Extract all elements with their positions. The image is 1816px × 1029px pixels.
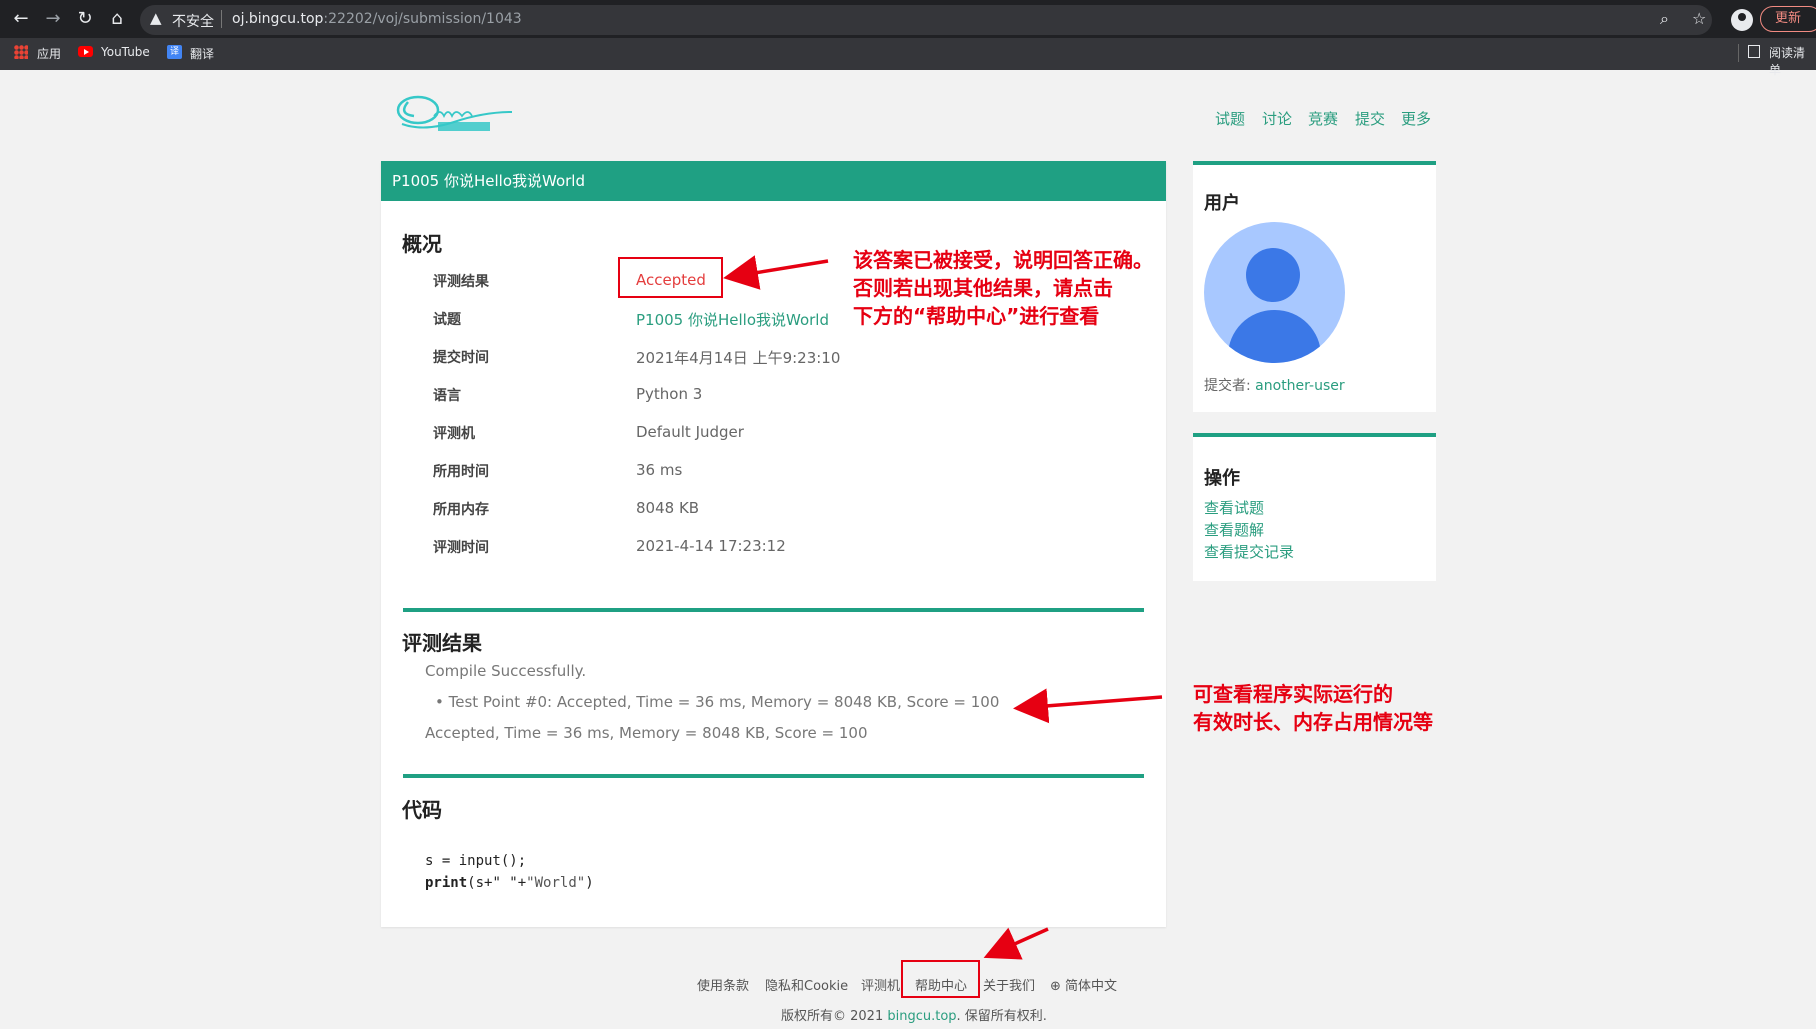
compile-message: Compile Successfully.	[425, 662, 587, 680]
youtube-icon[interactable]	[78, 46, 93, 57]
judge-summary: Accepted, Time = 36 ms, Memory = 8048 KB…	[425, 724, 868, 742]
overview-label-judger: 评测机	[433, 426, 475, 442]
site-logo[interactable]	[394, 88, 514, 140]
help-center-arrow	[983, 927, 1049, 960]
user-card-title: 用户	[1204, 193, 1240, 214]
overview-label-memory: 所用内存	[433, 502, 489, 518]
view-submissions-link[interactable]: 查看提交记录	[1204, 541, 1294, 562]
home-icon[interactable]: ⌂	[106, 8, 128, 30]
forward-arrow-icon[interactable]: →	[42, 8, 64, 30]
overview-label-time: 所用时间	[433, 464, 489, 480]
reading-list-icon[interactable]	[1748, 45, 1760, 58]
code-close: )	[585, 875, 594, 891]
overview-value-problem-link[interactable]: P1005 你说Hello我说World	[636, 309, 829, 330]
url-path: :22202/voj/submission/1043	[323, 11, 522, 27]
accepted-highlight-box	[618, 257, 723, 298]
code-string: "World"	[526, 875, 586, 891]
url-host: oj.bingcu.top	[232, 11, 324, 27]
nav-problems[interactable]: 试题	[1215, 108, 1245, 129]
overview-label-problem: 试题	[433, 312, 461, 328]
overview-label-judge-time: 评测时间	[433, 540, 489, 556]
profile-icon[interactable]	[1731, 9, 1753, 31]
runtime-annotation: 可查看程序实际运行的 有效时长、内存占用情况等	[1193, 682, 1433, 734]
bookmarks-bar	[0, 38, 1816, 70]
footer-terms-link[interactable]: 使用条款	[697, 975, 749, 994]
overview-value-submit-time: 2021年4月14日 上午9:23:10	[636, 349, 841, 367]
accepted-annotation: 该答案已被接受，说明回答正确。 否则若出现其他结果，请点击 下方的“帮助中心”进…	[853, 248, 1153, 328]
apps-grid-icon[interactable]	[14, 45, 28, 59]
bookmark-youtube[interactable]: YouTube	[101, 45, 150, 59]
nav-more[interactable]: 更多	[1401, 108, 1431, 129]
judge-result-title: 评测结果	[402, 631, 482, 655]
footer-privacy-link[interactable]: 隐私和Cookie	[765, 975, 848, 994]
section-divider	[403, 608, 1144, 612]
footer-about-link[interactable]: 关于我们	[983, 975, 1035, 994]
overview-title: 概况	[402, 232, 442, 256]
actions-card: 操作 查看试题 查看题解 查看提交记录	[1193, 433, 1436, 581]
overview-label-language: 语言	[433, 388, 461, 404]
back-arrow-icon[interactable]: ←	[10, 8, 32, 30]
translate-icon[interactable]: 译	[167, 45, 182, 59]
actions-card-title: 操作	[1204, 468, 1240, 489]
footer-help-center-link[interactable]: 帮助中心	[915, 975, 967, 994]
reading-list-label[interactable]: 阅读清单	[1769, 44, 1816, 78]
footer-language-link[interactable]: ⊕ 简体中文	[1050, 975, 1117, 994]
footer-language-label: 简体中文	[1065, 979, 1118, 994]
footer-judger-link[interactable]: 评测机	[861, 975, 900, 994]
overview-label-submit-time: 提交时间	[433, 350, 489, 366]
omnibox-divider	[221, 10, 222, 28]
submitter-name-link[interactable]: another-user	[1255, 378, 1344, 394]
nav-contest[interactable]: 竞赛	[1308, 108, 1338, 129]
update-label: 更新	[1775, 11, 1802, 26]
bookmark-apps[interactable]: 应用	[37, 45, 61, 62]
overview-value-judger: Default Judger	[636, 423, 744, 441]
insecure-label[interactable]: 不安全	[172, 11, 214, 31]
overview-value-time: 36 ms	[636, 461, 683, 479]
test-point-item: • Test Point #0: Accepted, Time = 36 ms,…	[435, 693, 1000, 711]
copyright-prefix: 版权所有© 2021	[781, 1009, 888, 1024]
url-text[interactable]: oj.bingcu.top:22202/voj/submission/1043	[232, 11, 522, 27]
bookmark-translate[interactable]: 翻译	[190, 45, 214, 62]
code-line-2: print(s+" "+"World")	[425, 875, 594, 891]
user-card: 用户 提交者: another-user	[1193, 161, 1436, 412]
warning-icon[interactable]: ▲	[150, 9, 162, 27]
submitter-label: 提交者:	[1204, 378, 1251, 394]
nav-discuss[interactable]: 讨论	[1262, 108, 1292, 129]
star-icon[interactable]: ☆	[1692, 9, 1706, 28]
code-expr: (s+" "+	[467, 875, 527, 891]
update-button[interactable]: 更新	[1760, 6, 1816, 32]
user-avatar-icon[interactable]	[1204, 222, 1345, 363]
code-line-1: s = input();	[425, 853, 527, 869]
bookmarks-divider	[1738, 44, 1739, 62]
problem-header: P1005 你说Hello我说World	[381, 161, 1166, 201]
nav-submit[interactable]: 提交	[1355, 108, 1385, 129]
overview-value-language: Python 3	[636, 385, 703, 403]
submitter-line: 提交者: another-user	[1204, 375, 1345, 395]
overview-value-judge-time: 2021-4-14 17:23:12	[636, 537, 786, 555]
overview-label-result: 评测结果	[433, 274, 489, 290]
section-divider	[403, 774, 1144, 778]
code-title: 代码	[402, 798, 442, 822]
copyright-line: 版权所有© 2021 bingcu.top. 保留所有权利.	[781, 1005, 1047, 1024]
view-problem-link[interactable]: 查看试题	[1204, 497, 1264, 518]
overview-value-memory: 8048 KB	[636, 499, 700, 517]
reload-icon[interactable]: ↻	[74, 8, 96, 30]
copyright-suffix: . 保留所有权利.	[956, 1009, 1047, 1024]
zoom-icon[interactable]: ⌕	[1660, 9, 1669, 29]
avatar-head	[1246, 248, 1300, 302]
avatar-body	[1228, 310, 1321, 363]
code-keyword: print	[425, 875, 468, 891]
globe-icon: ⊕	[1050, 979, 1061, 994]
test-point-text: Test Point #0: Accepted, Time = 36 ms, M…	[448, 693, 1000, 711]
view-solution-link[interactable]: 查看题解	[1204, 519, 1264, 540]
copyright-host-link[interactable]: bingcu.top	[887, 1009, 956, 1024]
